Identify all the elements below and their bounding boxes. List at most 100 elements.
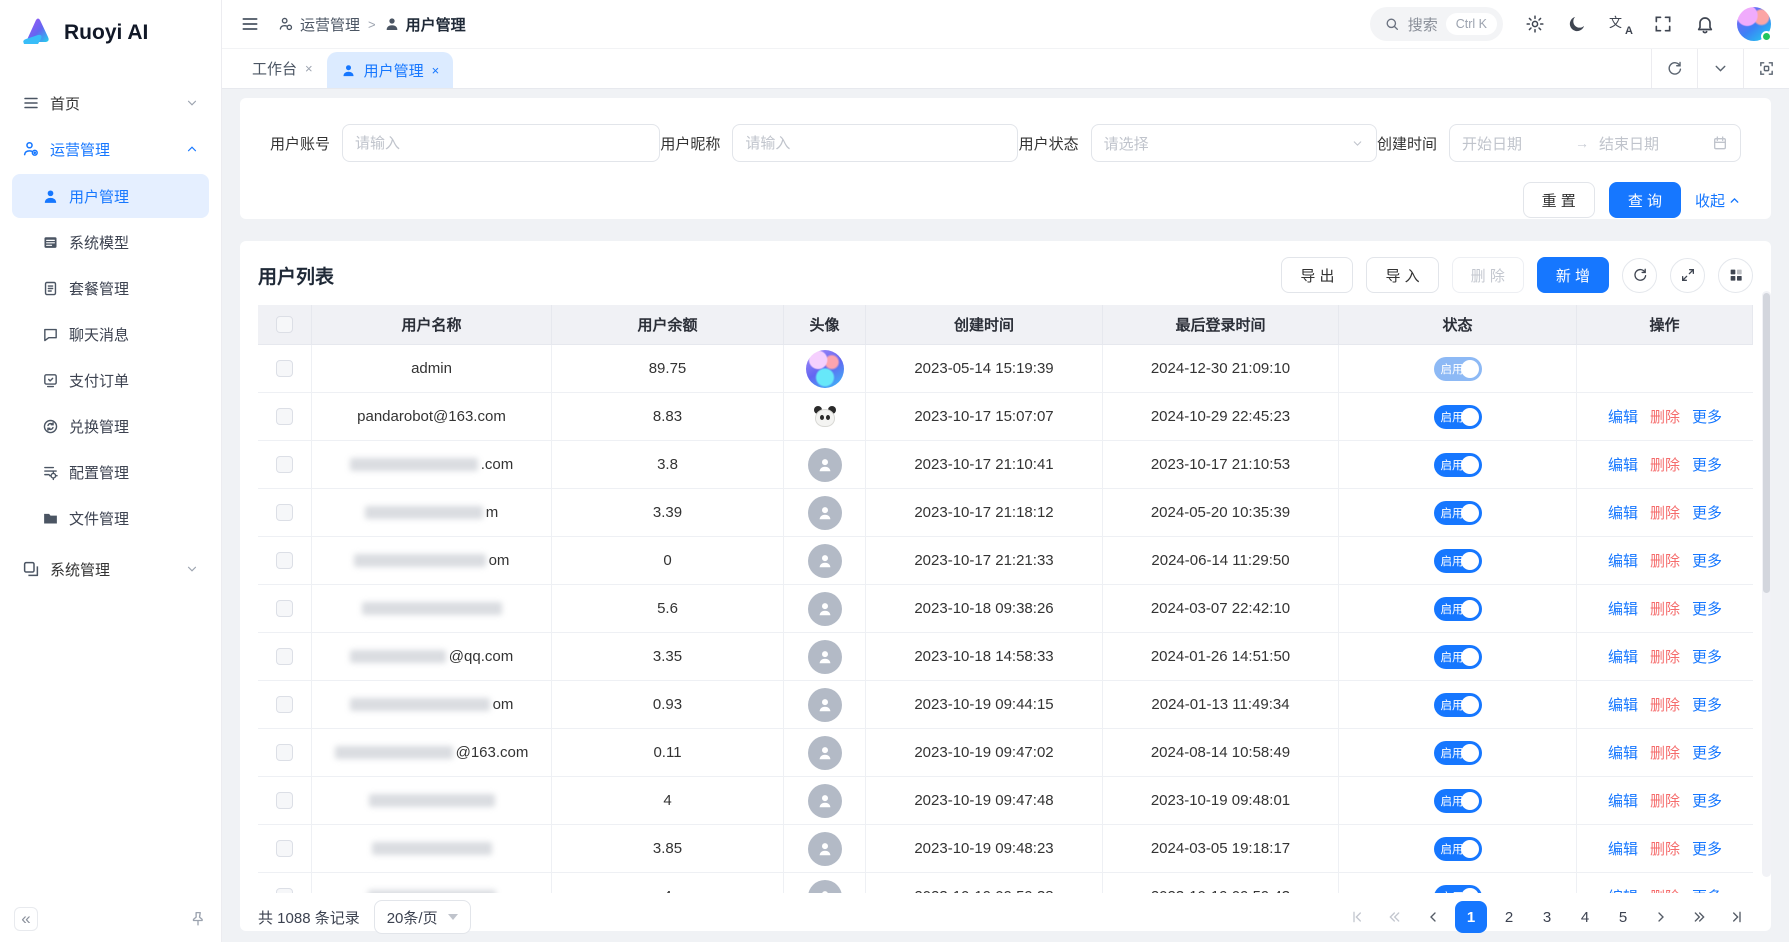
delete-link[interactable]: 删除 bbox=[1650, 742, 1680, 763]
row-checkbox[interactable] bbox=[276, 648, 293, 665]
delete-link[interactable]: 删除 bbox=[1650, 598, 1680, 619]
edit-link[interactable]: 编辑 bbox=[1608, 886, 1638, 893]
row-checkbox[interactable] bbox=[276, 360, 293, 377]
tab-workbench[interactable]: 工作台 × bbox=[238, 49, 327, 88]
row-checkbox[interactable] bbox=[276, 408, 293, 425]
user-avatar[interactable] bbox=[1737, 7, 1771, 41]
more-link[interactable]: 更多 bbox=[1692, 502, 1722, 523]
page-button-5[interactable]: 5 bbox=[1607, 901, 1639, 933]
edit-link[interactable]: 编辑 bbox=[1608, 550, 1638, 571]
account-input[interactable] bbox=[342, 124, 660, 162]
scrollbar-thumb[interactable] bbox=[1763, 293, 1770, 593]
edit-link[interactable]: 编辑 bbox=[1608, 598, 1638, 619]
edit-link[interactable]: 编辑 bbox=[1608, 406, 1638, 427]
page-button-1[interactable]: 1 bbox=[1455, 901, 1487, 933]
fullscreen-icon[interactable] bbox=[1653, 14, 1673, 34]
status-toggle[interactable]: 启用 bbox=[1434, 693, 1482, 717]
delete-link[interactable]: 删除 bbox=[1650, 790, 1680, 811]
row-checkbox[interactable] bbox=[276, 840, 293, 857]
sidebar-item-system[interactable]: 系统管理 bbox=[12, 546, 209, 592]
row-checkbox[interactable] bbox=[276, 504, 293, 521]
tab-user-management[interactable]: 用户管理 × bbox=[327, 52, 454, 88]
add-button[interactable]: 新 增 bbox=[1537, 257, 1609, 293]
refresh-icon[interactable] bbox=[1651, 49, 1697, 88]
brand-logo[interactable]: Ruoyi AI bbox=[0, 0, 221, 66]
edit-link[interactable]: 编辑 bbox=[1608, 646, 1638, 667]
pin-icon[interactable] bbox=[189, 910, 207, 928]
grid-icon[interactable] bbox=[1718, 258, 1753, 293]
row-checkbox[interactable] bbox=[276, 744, 293, 761]
edit-link[interactable]: 编辑 bbox=[1608, 838, 1638, 859]
sidebar-item-package-management[interactable]: 套餐管理 bbox=[12, 266, 209, 310]
more-link[interactable]: 更多 bbox=[1692, 598, 1722, 619]
delete-link[interactable]: 删除 bbox=[1650, 838, 1680, 859]
sidebar-item-home[interactable]: 首页 bbox=[12, 80, 209, 126]
row-checkbox[interactable] bbox=[276, 792, 293, 809]
delete-link[interactable]: 删除 bbox=[1650, 694, 1680, 715]
sidebar-item-chat-messages[interactable]: 聊天消息 bbox=[12, 312, 209, 356]
more-link[interactable]: 更多 bbox=[1692, 694, 1722, 715]
page-button-4[interactable]: 4 bbox=[1569, 901, 1601, 933]
sidebar-item-file-management[interactable]: 文件管理 bbox=[12, 496, 209, 540]
more-link[interactable]: 更多 bbox=[1692, 406, 1722, 427]
reset-button[interactable]: 重 置 bbox=[1523, 182, 1595, 218]
query-button[interactable]: 查 询 bbox=[1609, 182, 1681, 218]
row-checkbox[interactable] bbox=[276, 696, 293, 713]
status-toggle[interactable]: 启用 bbox=[1434, 645, 1482, 669]
more-link[interactable]: 更多 bbox=[1692, 838, 1722, 859]
delete-link[interactable]: 删除 bbox=[1650, 454, 1680, 475]
more-link[interactable]: 更多 bbox=[1692, 886, 1722, 893]
status-toggle[interactable]: 启用 bbox=[1434, 549, 1482, 573]
breadcrumb-operations[interactable]: 运营管理 bbox=[278, 14, 360, 35]
collapse-double-left-icon[interactable]: « bbox=[14, 907, 38, 931]
export-button[interactable]: 导 出 bbox=[1281, 257, 1353, 293]
more-link[interactable]: 更多 bbox=[1692, 790, 1722, 811]
page-size-select[interactable]: 20条/页 bbox=[374, 900, 471, 934]
next-page-icon[interactable] bbox=[1645, 901, 1677, 933]
status-toggle[interactable]: 启用 bbox=[1434, 885, 1482, 894]
edit-link[interactable]: 编辑 bbox=[1608, 790, 1638, 811]
close-icon[interactable]: × bbox=[305, 61, 313, 76]
more-link[interactable]: 更多 bbox=[1692, 550, 1722, 571]
status-toggle[interactable]: 启用 bbox=[1434, 405, 1482, 429]
sidebar-item-operations[interactable]: 运营管理 bbox=[12, 126, 209, 172]
last-page-icon[interactable] bbox=[1721, 901, 1753, 933]
row-checkbox[interactable] bbox=[276, 888, 293, 893]
delete-link[interactable]: 删除 bbox=[1650, 406, 1680, 427]
refresh-icon[interactable] bbox=[1622, 258, 1657, 293]
status-toggle[interactable]: 启用 bbox=[1434, 741, 1482, 765]
delete-link[interactable]: 删除 bbox=[1650, 646, 1680, 667]
status-select[interactable]: 请选择 bbox=[1091, 124, 1377, 162]
status-toggle[interactable]: 启用 bbox=[1434, 357, 1482, 381]
delete-button[interactable]: 删 除 bbox=[1452, 257, 1524, 293]
row-checkbox[interactable] bbox=[276, 456, 293, 473]
edit-link[interactable]: 编辑 bbox=[1608, 694, 1638, 715]
edit-link[interactable]: 编辑 bbox=[1608, 742, 1638, 763]
delete-link[interactable]: 删除 bbox=[1650, 550, 1680, 571]
chevron-down-icon[interactable] bbox=[1697, 49, 1743, 88]
sidebar-item-user-management[interactable]: 用户管理 bbox=[12, 174, 209, 218]
sidebar-item-redeem-management[interactable]: 兑换管理 bbox=[12, 404, 209, 448]
row-checkbox[interactable] bbox=[276, 600, 293, 617]
hamburger-icon[interactable] bbox=[240, 14, 260, 34]
sidebar-item-config-management[interactable]: 配置管理 bbox=[12, 450, 209, 494]
nickname-input[interactable] bbox=[732, 124, 1018, 162]
expand-icon[interactable] bbox=[1670, 258, 1705, 293]
page-button-2[interactable]: 2 bbox=[1493, 901, 1525, 933]
breadcrumb-user-management[interactable]: 用户管理 bbox=[384, 14, 466, 35]
status-toggle[interactable]: 启用 bbox=[1434, 501, 1482, 525]
delete-link[interactable]: 删除 bbox=[1650, 886, 1680, 893]
prev-page-icon[interactable] bbox=[1417, 901, 1449, 933]
page-button-3[interactable]: 3 bbox=[1531, 901, 1563, 933]
settings-icon[interactable] bbox=[1525, 14, 1545, 34]
prev-group-icon[interactable] bbox=[1379, 901, 1411, 933]
close-icon[interactable]: × bbox=[432, 63, 440, 78]
status-toggle[interactable]: 启用 bbox=[1434, 597, 1482, 621]
next-group-icon[interactable] bbox=[1683, 901, 1715, 933]
select-all-checkbox[interactable] bbox=[276, 316, 293, 333]
row-checkbox[interactable] bbox=[276, 552, 293, 569]
more-link[interactable]: 更多 bbox=[1692, 646, 1722, 667]
import-button[interactable]: 导 入 bbox=[1366, 257, 1438, 293]
delete-link[interactable]: 删除 bbox=[1650, 502, 1680, 523]
global-search[interactable]: 搜索 Ctrl K bbox=[1370, 7, 1503, 41]
